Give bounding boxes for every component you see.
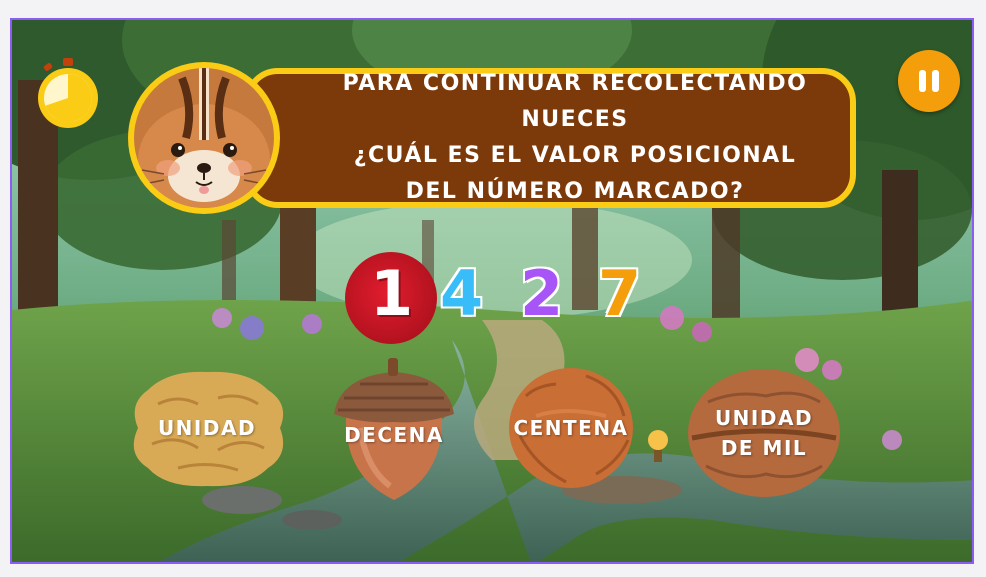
- digit-units: 7: [596, 256, 642, 332]
- option-centena[interactable]: CENTENA: [506, 366, 636, 490]
- game-frame: PARA CONTINUAR RECOLECTANDO NUECES ¿CUÁL…: [10, 18, 974, 564]
- question-line-2: ¿CUÁL ES EL VALOR POSICIONAL: [353, 143, 797, 168]
- question-line-1: PARA CONTINUAR RECOLECTANDO NUECES: [342, 71, 808, 132]
- option-unidad-de-mil[interactable]: UNIDAD DE MIL: [686, 366, 842, 500]
- number-display: 1 4 2 7: [340, 246, 660, 346]
- digit-hundreds: 4: [438, 256, 484, 332]
- option-label: UNIDAD DE MIL: [686, 366, 842, 500]
- option-label: CENTENA: [513, 416, 629, 440]
- question-line-3: DEL NÚMERO MARCADO?: [405, 179, 745, 204]
- digit-tens: 2: [518, 256, 564, 332]
- character-avatar: [128, 62, 280, 214]
- option-label: UNIDAD: [157, 416, 257, 440]
- option-decena[interactable]: DECENA: [330, 358, 458, 504]
- option-unidad[interactable]: UNIDAD: [118, 364, 296, 492]
- timer: [36, 58, 100, 130]
- pause-icon: [919, 70, 926, 92]
- question-panel: PARA CONTINUAR RECOLECTANDO NUECES ¿CUÁL…: [244, 68, 856, 208]
- option-label-line-2: DE MIL: [720, 436, 808, 460]
- stopwatch-icon: [38, 58, 98, 128]
- chipmunk-icon: [134, 68, 274, 208]
- pause-button[interactable]: [898, 50, 960, 112]
- option-label: DECENA: [344, 423, 444, 447]
- digit-thousands: 1: [370, 257, 414, 330]
- option-label-line-1: UNIDAD: [714, 406, 814, 430]
